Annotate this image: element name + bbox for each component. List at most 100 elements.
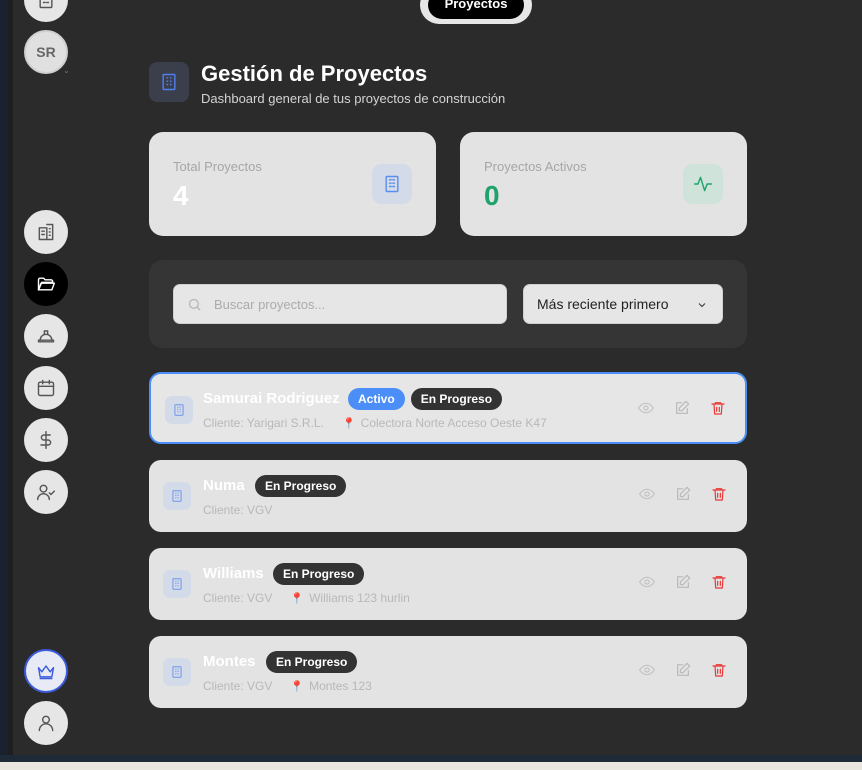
sidebar-users-button[interactable]	[24, 470, 68, 514]
hard-hat-icon	[37, 330, 55, 343]
project-icon-box	[163, 658, 191, 686]
status-badge: En Progreso	[255, 475, 347, 497]
project-client: Cliente: VGV	[203, 503, 273, 517]
sidebar-projects-button[interactable]	[24, 262, 68, 306]
activity-icon	[693, 176, 713, 192]
map-pin-icon: 📍	[290, 592, 305, 605]
trash-icon	[712, 664, 726, 677]
tab-proyectos[interactable]: Proyectos	[428, 0, 524, 19]
building-icon	[172, 578, 182, 590]
project-card[interactable]: Montes En Progreso Cliente: VGV 📍 Montes…	[149, 636, 747, 708]
sort-select-value: Más reciente primero	[537, 296, 669, 312]
project-card[interactable]: Samurai Rodriguez Activo En Progreso Cli…	[149, 372, 747, 444]
project-actions	[639, 662, 727, 683]
user-icon	[38, 715, 54, 732]
project-location: Williams 123 hurlin	[309, 591, 410, 605]
filter-panel: Más reciente primero	[149, 260, 747, 348]
taskbar	[0, 762, 862, 770]
building-icon	[172, 490, 182, 502]
status-badge: En Progreso	[273, 563, 365, 585]
edit-button[interactable]	[675, 486, 691, 507]
sidebar-workers-button[interactable]	[24, 314, 68, 358]
search-icon	[188, 298, 201, 311]
sidebar-buildings-button[interactable]	[24, 210, 68, 254]
delete-button[interactable]	[711, 662, 727, 683]
top-tab-container: Proyectos	[420, 0, 532, 24]
map-pin-icon: 📍	[341, 417, 356, 430]
stat-card-active: Proyectos Activos 0	[460, 132, 747, 236]
view-button[interactable]	[639, 574, 655, 595]
user-check-icon	[36, 484, 56, 501]
building-icon	[162, 73, 176, 91]
eye-icon	[639, 664, 655, 676]
edit-button[interactable]	[675, 662, 691, 683]
sidebar-finance-button[interactable]	[24, 418, 68, 462]
delete-button[interactable]	[711, 486, 727, 507]
edit-icon	[677, 574, 691, 588]
window-edge-inner	[8, 0, 13, 755]
project-meta: Cliente: VGV 📍 Montes 123	[203, 679, 372, 693]
project-location: Colectora Norte Acceso Oeste K47	[360, 416, 547, 430]
delete-button[interactable]	[711, 574, 727, 595]
building-icon	[39, 0, 53, 9]
chevron-down-icon	[698, 303, 706, 308]
delete-button[interactable]	[710, 400, 726, 421]
page-subtitle: Dashboard general de tus proyectos de co…	[201, 91, 506, 106]
sidebar-calendar-button[interactable]	[24, 366, 68, 410]
edit-button[interactable]	[675, 574, 691, 595]
project-client: Cliente: Yarigari S.R.L.	[203, 416, 324, 430]
edit-button[interactable]	[674, 400, 690, 421]
sidebar-profile-button[interactable]	[24, 701, 68, 745]
project-card[interactable]: Numa En Progreso Cliente: VGV	[149, 460, 747, 532]
project-meta: Cliente: VGV	[203, 503, 272, 517]
sort-select[interactable]: Más reciente primero	[523, 284, 723, 324]
view-button[interactable]	[639, 662, 655, 683]
eye-icon	[639, 576, 655, 588]
project-name: Montes	[203, 653, 256, 670]
user-avatar[interactable]: SR	[24, 30, 68, 74]
eye-icon	[639, 488, 655, 500]
project-meta: Cliente: VGV 📍 Williams 123 hurlin	[203, 591, 410, 605]
project-card[interactable]: Williams En Progreso Cliente: VGV 📍 Will…	[149, 548, 747, 620]
project-icon-box	[163, 570, 191, 598]
calendar-icon	[37, 379, 55, 397]
sidebar-premium-button[interactable]	[24, 649, 68, 693]
stat-label: Total Proyectos	[173, 159, 262, 174]
project-actions	[638, 400, 726, 421]
dollar-icon	[40, 430, 52, 450]
project-icon-box	[163, 482, 191, 510]
sidebar-home-button[interactable]	[24, 0, 68, 22]
chevron-down-icon[interactable]: ⌄	[63, 66, 70, 75]
project-badges: Activo En Progreso	[348, 388, 503, 410]
building-icon	[385, 175, 399, 193]
view-button[interactable]	[639, 486, 655, 507]
folder-open-icon	[37, 277, 56, 291]
project-name: Numa	[203, 477, 245, 494]
stat-card-total: Total Proyectos 4	[149, 132, 436, 236]
crown-icon	[37, 665, 55, 680]
building-icon	[172, 666, 182, 678]
trash-icon	[712, 576, 726, 589]
view-button[interactable]	[638, 400, 654, 421]
building-icon	[38, 223, 54, 241]
project-actions	[639, 574, 727, 595]
search-box[interactable]	[173, 284, 507, 324]
page-title: Gestión de Proyectos	[201, 61, 428, 86]
building-icon	[174, 404, 184, 416]
header-building-icon	[149, 62, 189, 102]
status-badge: Activo	[348, 388, 405, 410]
eye-icon	[638, 402, 654, 414]
project-meta: Cliente: Yarigari S.R.L. 📍 Colectora Nor…	[203, 416, 547, 430]
project-name: Samurai Rodriguez	[203, 390, 340, 407]
edit-icon	[676, 400, 690, 414]
project-client: Cliente: VGV	[203, 679, 273, 693]
edit-icon	[677, 486, 691, 500]
project-actions	[639, 486, 727, 507]
status-badge: En Progreso	[266, 651, 358, 673]
edit-icon	[677, 662, 691, 676]
trash-icon	[712, 488, 726, 501]
search-input[interactable]	[214, 285, 494, 323]
trash-icon	[711, 402, 725, 415]
project-client: Cliente: VGV	[203, 591, 273, 605]
project-icon-box	[165, 396, 193, 424]
